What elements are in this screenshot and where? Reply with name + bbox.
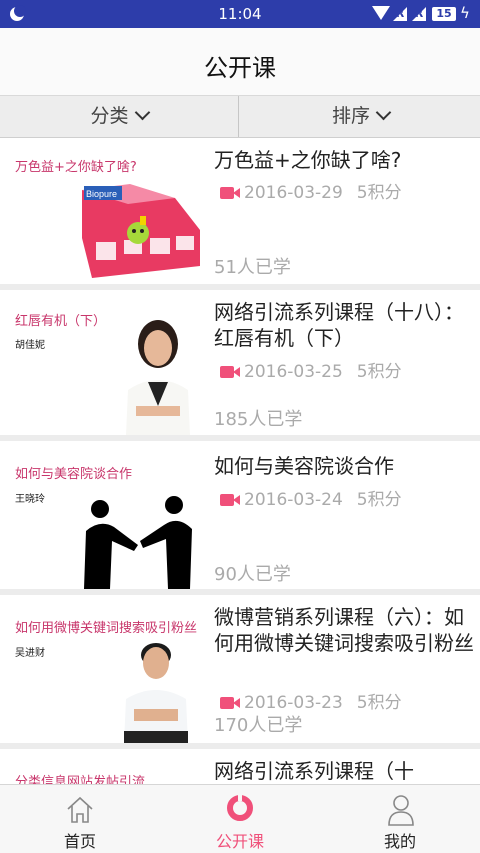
handshake-silhouette-image [84, 496, 192, 589]
learner-count: 51人已学 [214, 257, 291, 278]
tab-open-courses[interactable]: 公开课 [160, 785, 320, 853]
thumbnail-title: 分类信息网站发帖引流 [15, 775, 146, 784]
learner-count: 170人已学 [214, 715, 303, 736]
course-item[interactable]: 万色益+之你缺了啥? Biopure 万色益+之你缺了啥? 2016-03-29… [0, 138, 480, 284]
product-box-image: Biopure [82, 184, 200, 278]
course-info: 网络引流系列课程（十八）：红唇有机（下） 2016-03-25 5积分 185人已… [214, 290, 474, 430]
course-info: 如何与美容院谈合作 2016-03-24 5积分 90人已学 [214, 441, 474, 585]
course-info: 微博营销系列课程（六）：如何用微博关键词搜索吸引粉丝 2016-03-23 5积分… [214, 595, 474, 736]
course-meta: 2016-03-29 5积分 [214, 178, 402, 203]
charging-icon: ϟ [460, 4, 470, 22]
course-points: 5积分 [356, 490, 402, 510]
course-item[interactable]: 分类信息网站发帖引流 网络引流系列课程（十 [0, 749, 480, 784]
tab-mine[interactable]: 我的 [320, 785, 480, 853]
course-info: 万色益+之你缺了啥? 2016-03-29 5积分 51人已学 [214, 138, 474, 278]
tab-home-label: 首页 [63, 832, 96, 851]
course-date: 2016-03-23 [244, 693, 343, 713]
course-thumbnail: 如何用微博关键词搜索吸引粉丝 吴进财 [0, 595, 208, 743]
product-brand: Biopure [86, 189, 117, 199]
course-item[interactable]: 如何用微博关键词搜索吸引粉丝 吴进财 微博营销系列课程（六）：如何用微博关键词搜… [0, 595, 480, 743]
course-date: 2016-03-29 [244, 183, 343, 203]
presenter-photo [124, 643, 188, 743]
chevron-down-icon [134, 104, 150, 121]
wifi-icon [372, 6, 390, 20]
filter-bar: 分类 排序 [0, 96, 480, 138]
page-title: 公开课 [204, 54, 276, 82]
person-icon [388, 795, 414, 826]
course-name: 微博营销系列课程（六）：如何用微博关键词搜索吸引粉丝 [214, 605, 474, 655]
course-thumbnail: 分类信息网站发帖引流 [0, 749, 208, 784]
course-meta: 2016-03-24 5积分 [214, 485, 402, 510]
tab-open-courses-label: 公开课 [215, 832, 264, 851]
home-icon [67, 796, 93, 823]
course-points: 5积分 [356, 693, 402, 713]
learner-count: 185人已学 [214, 409, 303, 430]
status-time: 11:04 [218, 5, 262, 23]
bottom-tab-bar: 首页 公开课 我的 [0, 784, 480, 853]
video-camera-icon [220, 187, 240, 199]
battery-icon: 15 [432, 7, 456, 21]
course-name: 网络引流系列课程（十八）：红唇有机（下） [214, 300, 464, 350]
course-name: 网络引流系列课程（十 [214, 759, 414, 783]
chevron-down-icon [375, 104, 392, 121]
category-filter-label: 分类 [90, 105, 129, 127]
course-name: 如何与美容院谈合作 [214, 454, 394, 478]
sort-filter-label: 排序 [331, 105, 370, 127]
course-thumbnail: 万色益+之你缺了啥? Biopure [0, 138, 208, 284]
video-camera-icon [220, 366, 240, 378]
learner-count: 90人已学 [214, 564, 291, 585]
presenter-photo [126, 320, 190, 435]
tab-mine-label: 我的 [383, 832, 416, 851]
course-date: 2016-03-24 [244, 490, 343, 510]
course-thumbnail: 红唇有机（下） 胡佳妮 [0, 290, 208, 435]
status-bar: 11:04 R R 15 ϟ [0, 0, 480, 28]
tab-home[interactable]: 首页 [0, 785, 160, 853]
course-item[interactable]: 红唇有机（下） 胡佳妮 网络引流系列课程（十八）：红唇有机（下） 2016-03… [0, 290, 480, 435]
sort-filter-button[interactable]: 排序 [241, 96, 480, 137]
course-points: 5积分 [356, 183, 402, 203]
course-meta: 2016-03-25 5积分 [214, 357, 402, 382]
course-points: 5积分 [356, 362, 402, 382]
course-list[interactable]: 万色益+之你缺了啥? Biopure 万色益+之你缺了啥? 2016-03-29… [0, 138, 480, 784]
course-name: 万色益+之你缺了啥? [214, 148, 402, 172]
course-thumbnail: 如何与美容院谈合作 王晓玲 [0, 441, 208, 589]
course-info: 网络引流系列课程（十 [214, 749, 474, 784]
course-item[interactable]: 如何与美容院谈合作 王晓玲 如何与美容院谈合作 2016-03-24 5积分 90… [0, 441, 480, 589]
open-course-icon [227, 793, 253, 821]
course-date: 2016-03-25 [244, 362, 343, 382]
video-camera-icon [220, 494, 240, 506]
video-camera-icon [220, 697, 240, 709]
title-bar: 公开课 [0, 28, 480, 96]
category-filter-button[interactable]: 分类 [0, 96, 239, 137]
course-meta: 2016-03-23 5积分 [214, 688, 402, 713]
